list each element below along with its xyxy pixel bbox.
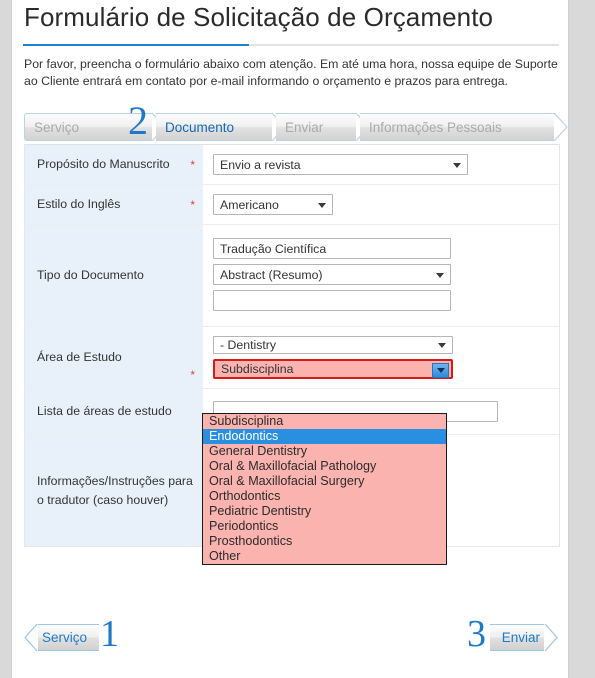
label-cell-tipo-documento: Tipo do Documento <box>25 225 203 326</box>
next-step-tag: Enviar <box>489 624 544 651</box>
chevron-down-icon <box>453 162 461 168</box>
form-row-estilo-ingles: Estilo do Inglês * Americano <box>25 184 559 224</box>
label-cell-lista-areas: Lista de áreas de estudo <box>25 389 203 434</box>
page-title: Formulário de Solicitação de Orçamento <box>24 2 494 32</box>
chevron-left-icon <box>24 624 38 651</box>
next-step-label: Enviar <box>501 630 540 645</box>
subdisciplina-dropdown-button[interactable] <box>432 363 449 378</box>
step-2-documento[interactable]: Documento <box>156 113 272 141</box>
chevron-down-icon <box>436 272 444 278</box>
dropdown-option-oral-maxillofacial-pathology[interactable]: Oral & Maxillofacial Pathology <box>203 459 446 474</box>
label-tipo-documento: Tipo do Documento <box>37 268 144 282</box>
next-step-button[interactable]: 3 Enviar <box>467 615 558 653</box>
prev-step-button[interactable]: Serviço 1 <box>24 615 119 653</box>
field-cell-tipo-documento: Tradução Científica Abstract (Resumo) <box>203 225 559 326</box>
form-navigation: Serviço 1 3 Enviar <box>12 612 570 667</box>
form-row-tipo-documento: Tipo do Documento Tradução Científica Ab… <box>25 224 559 326</box>
subdisciplina-dropdown-list[interactable]: Subdisciplina Endodontics General Dentis… <box>202 413 447 565</box>
step-3-enviar[interactable]: Enviar <box>276 113 356 141</box>
select-proposito-value: Envio a revista <box>220 157 301 172</box>
step-2-label: Documento <box>165 119 235 135</box>
label-instrucoes: Informações/Instruções para o tradutor (… <box>37 473 193 507</box>
dropdown-option-subdisciplina[interactable]: Subdisciplina <box>203 414 446 429</box>
dropdown-option-pediatric-dentistry[interactable]: Pediatric Dentistry <box>203 504 446 519</box>
select-proposito-do-manuscrito[interactable]: Envio a revista <box>213 154 468 175</box>
chevron-down-icon <box>438 343 446 348</box>
step-1-label: Serviço <box>34 119 80 135</box>
prev-step-tag: Serviço <box>38 624 100 651</box>
label-cell-proposito: Propósito do Manuscrito * <box>25 145 203 184</box>
step-4-label: Informações Pessoais <box>369 119 502 135</box>
intro-text: Por favor, preencha o formulário abaixo … <box>24 57 558 88</box>
required-marker-area-estudo: * <box>190 368 195 382</box>
select-tipo-documento-value: Abstract (Resumo) <box>220 267 323 282</box>
dropdown-option-endodontics[interactable]: Endodontics <box>203 429 446 444</box>
dropdown-option-other[interactable]: Other <box>203 549 446 564</box>
form-row-area-estudo: Área de Estudo * - Dentistry Subdiscipli… <box>25 326 559 388</box>
step-4-informacoes-pessoais[interactable]: Informações Pessoais <box>360 113 554 141</box>
form-row-proposito: Propósito do Manuscrito * Envio a revist… <box>25 144 559 184</box>
prev-step-number: 1 <box>100 613 119 655</box>
step-chevron-4-icon <box>554 113 568 141</box>
title-divider <box>23 44 559 46</box>
select-area-value: - Dentistry <box>220 338 277 352</box>
select-area-de-estudo[interactable]: - Dentistry <box>213 336 453 354</box>
label-proposito: Propósito do Manuscrito <box>37 157 170 171</box>
field-cell-area-estudo: - Dentistry Subdisciplina <box>203 327 559 388</box>
required-marker-estilo-ingles: * <box>190 197 195 212</box>
dropdown-option-prosthodontics[interactable]: Prosthodontics <box>203 534 446 549</box>
label-cell-instrucoes: Informações/Instruções para o tradutor (… <box>25 435 203 546</box>
step-breadcrumb: Serviço Documento Enviar Informações Pes… <box>24 101 568 141</box>
prev-step-label: Serviço <box>42 630 88 645</box>
label-cell-estilo-ingles: Estilo do Inglês * <box>25 185 203 224</box>
label-lista-areas: Lista de áreas de estudo <box>37 404 172 418</box>
label-estilo-ingles: Estilo do Inglês <box>37 197 121 211</box>
select-estilo-value: Americano <box>220 197 279 212</box>
page-container: Formulário de Solicitação de Orçamento P… <box>11 0 569 678</box>
label-cell-area-estudo: Área de Estudo * <box>25 327 203 388</box>
input-tipo-documento-nome-value: Tradução Científica <box>220 241 327 256</box>
label-area-estudo: Área de Estudo <box>37 350 122 364</box>
chevron-down-icon <box>436 368 445 373</box>
dropdown-option-orthodontics[interactable]: Orthodontics <box>203 489 446 504</box>
chevron-right-icon <box>544 624 558 651</box>
chevron-down-icon <box>318 202 326 208</box>
input-tipo-documento-extra[interactable] <box>213 290 451 311</box>
select-subdisciplina-value: Subdisciplina <box>221 362 294 376</box>
select-subdisciplina[interactable]: Subdisciplina <box>213 359 453 379</box>
select-estilo-do-ingles[interactable]: Americano <box>213 194 333 215</box>
step-2-number: 2 <box>128 98 148 143</box>
dropdown-option-oral-maxillofacial-surgery[interactable]: Oral & Maxillofacial Surgery <box>203 474 446 489</box>
title-divider-accent <box>23 44 249 46</box>
next-step-number: 3 <box>467 613 486 655</box>
field-cell-estilo-ingles: Americano <box>203 185 559 224</box>
dropdown-option-periodontics[interactable]: Periodontics <box>203 519 446 534</box>
select-tipo-documento[interactable]: Abstract (Resumo) <box>213 264 451 285</box>
step-3-label: Enviar <box>285 119 324 135</box>
dropdown-option-general-dentistry[interactable]: General Dentistry <box>203 444 446 459</box>
field-cell-proposito: Envio a revista <box>203 145 559 184</box>
input-tipo-documento-nome[interactable]: Tradução Científica <box>213 238 451 259</box>
required-marker-proposito: * <box>190 157 195 172</box>
